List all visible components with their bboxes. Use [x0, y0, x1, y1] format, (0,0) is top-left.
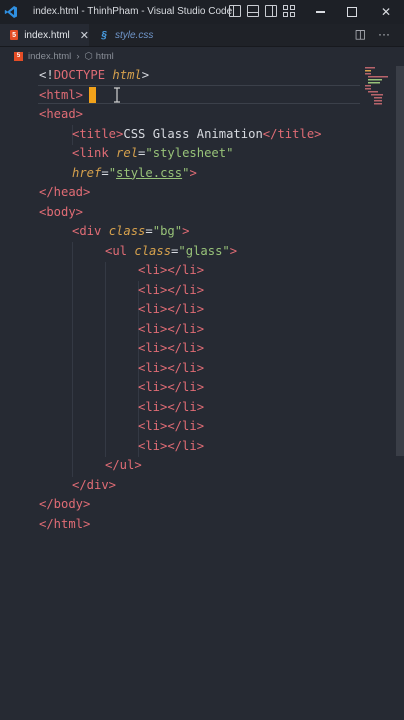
- code-line-li: <li></li>: [138, 380, 205, 394]
- code-line-li: <li></li>: [138, 341, 205, 355]
- code-line-23: </body>: [39, 497, 91, 511]
- code-line-4: <title>CSS Glass Animation</title>: [72, 126, 322, 141]
- code-line-22: </div>: [72, 477, 117, 492]
- code-line-li: <li></li>: [138, 419, 205, 433]
- code-editor[interactable]: <!DOCTYPE html> <html> <head> <title>CSS…: [0, 66, 404, 720]
- code-line-10: <ul class="glass">: [105, 243, 238, 258]
- tab-index-html[interactable]: 5 index.html ✕: [0, 24, 89, 46]
- tab-label: style.css: [115, 29, 154, 41]
- current-line-highlight: [38, 85, 360, 104]
- title-bar: index.html - ThinhPham - Visual Studio C…: [0, 0, 404, 24]
- code-line-5: <link rel="stylesheet": [72, 146, 234, 160]
- toggle-secondary-sidebar-icon[interactable]: [265, 5, 277, 17]
- toggle-primary-sidebar-icon[interactable]: [229, 5, 241, 17]
- code-line-21: </ul>: [105, 458, 142, 472]
- html5-icon: 5: [10, 30, 19, 40]
- tab-style-css[interactable]: § style.css: [89, 24, 161, 46]
- element-icon: ⬡: [84, 50, 93, 62]
- code-line-li: <li></li>: [138, 282, 205, 297]
- minimap[interactable]: [365, 66, 395, 106]
- breadcrumb-file[interactable]: index.html: [28, 51, 71, 62]
- tab-bar: 5 index.html ✕ § style.css ◫ ···: [0, 24, 404, 47]
- stylesheet-link[interactable]: style.css: [116, 166, 182, 180]
- customize-layout-icon[interactable]: [283, 5, 295, 17]
- toggle-panel-icon[interactable]: [247, 5, 259, 17]
- code-line-li: <li></li>: [138, 302, 205, 316]
- more-actions-icon[interactable]: ···: [378, 27, 390, 41]
- code-line-7: </head>: [39, 185, 91, 199]
- maximize-icon[interactable]: [343, 3, 361, 21]
- code-line-6: href="style.css">: [72, 165, 197, 180]
- code-line-li: <li></li>: [138, 360, 205, 375]
- text-cursor: [89, 87, 96, 103]
- code-line-li: <li></li>: [138, 399, 205, 414]
- html5-icon: 5: [14, 51, 23, 61]
- css-icon: §: [101, 29, 107, 41]
- close-tab-icon[interactable]: ✕: [80, 29, 89, 42]
- split-editor-icon[interactable]: ◫: [355, 27, 366, 41]
- close-window-icon[interactable]: ✕: [377, 3, 395, 21]
- vertical-scrollbar[interactable]: [396, 66, 404, 456]
- code-line-24: </html>: [39, 516, 91, 531]
- code-line-8: <body>: [39, 204, 84, 219]
- minimize-icon[interactable]: [311, 3, 329, 21]
- code-line-3: <head>: [39, 107, 84, 121]
- mouse-ibeam-icon: [113, 87, 121, 103]
- chevron-right-icon: ›: [76, 50, 80, 62]
- code-line-li: <li></li>: [138, 438, 205, 453]
- breadcrumb-element[interactable]: html: [96, 51, 114, 62]
- code-line-li: <li></li>: [138, 263, 205, 277]
- code-line-2: <html>: [39, 87, 84, 102]
- tab-label: index.html: [24, 29, 70, 41]
- code-line-li: <li></li>: [138, 321, 205, 336]
- window-title: index.html - ThinhPham - Visual Studio C…: [33, 6, 233, 17]
- breadcrumb: 5 index.html › ⬡ html: [0, 47, 404, 65]
- vscode-logo-icon[interactable]: [0, 0, 22, 24]
- code-line-1: <!DOCTYPE html>: [39, 68, 150, 82]
- code-line-9: <div class="bg">: [72, 224, 190, 238]
